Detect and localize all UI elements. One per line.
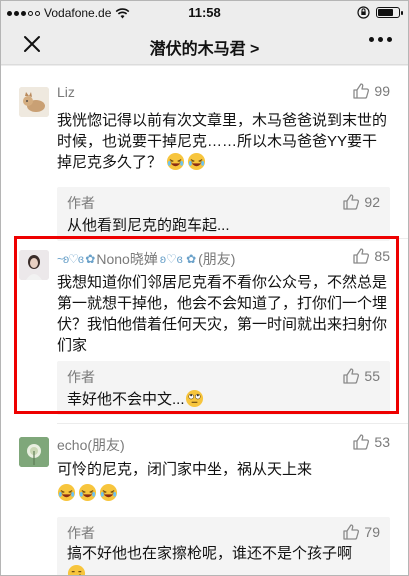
like-count: 92 — [364, 194, 380, 210]
laughing-emoji-icon — [99, 483, 118, 502]
reply-author-label: 作者 — [67, 195, 95, 211]
like-count: 79 — [364, 524, 380, 540]
status-bar: Vodafone.de 11:58 — [1, 1, 408, 25]
author-reply: 作者 92 从他看到尼克的跑车起... — [57, 187, 390, 241]
divider — [57, 423, 408, 424]
laughing-emoji-icon — [188, 152, 206, 171]
screenshot-frame: Vodafone.de 11:58 潜伏的木马君 > Liz 99 我恍惚记得以… — [0, 0, 409, 576]
like-count: 53 — [374, 434, 390, 450]
account-title[interactable]: 潜伏的木马君 > — [1, 35, 408, 59]
laughing-emoji-group — [57, 483, 390, 504]
more-options-icon[interactable] — [369, 37, 392, 42]
commenter-name: Liz — [57, 84, 75, 100]
smirk-emoji-icon — [67, 564, 86, 575]
reply-author-label: 作者 — [67, 525, 95, 541]
like-button[interactable]: 53 — [352, 433, 390, 451]
laughing-emoji-icon — [167, 152, 185, 171]
highlight-box — [14, 236, 399, 414]
avatar[interactable] — [19, 87, 49, 117]
reply-text: 搞不好他也在家擦枪呢，谁还不是个孩子啊 — [67, 543, 382, 575]
laughing-emoji-icon — [78, 483, 97, 502]
status-right — [357, 6, 403, 19]
comments-list: Liz 99 我恍惚记得以前有次文章里，木马爸爸说到末世的时候，也说要干掉尼克…… — [1, 66, 408, 575]
clock: 11:58 — [188, 5, 221, 20]
comment-text: 可怜的尼克，闭门家中坐，祸从天上来 — [57, 459, 390, 504]
thumbs-up-icon — [343, 194, 360, 210]
comment-text: 我恍惚记得以前有次文章里，木马爸爸说到末世的时候，也说要干掉尼克……所以木马爸爸… — [57, 112, 388, 171]
like-button[interactable]: 92 — [342, 193, 380, 211]
nav-bar: 潜伏的木马君 > — [1, 25, 408, 65]
like-count: 99 — [374, 83, 390, 99]
thumbs-up-icon — [353, 434, 370, 450]
laughing-emoji-group — [166, 152, 208, 171]
thumbs-up-icon — [343, 524, 360, 540]
battery-icon — [376, 7, 403, 18]
avatar[interactable] — [19, 437, 49, 467]
laughing-emoji-icon — [57, 483, 76, 502]
orientation-lock-icon — [357, 6, 370, 19]
thumbs-up-icon — [353, 83, 370, 99]
author-reply: 作者 79 搞不好他也在家擦枪呢，谁还不是个孩子啊 — [57, 517, 390, 575]
reply-text: 从他看到尼克的跑车起... — [67, 217, 230, 234]
like-button[interactable]: 99 — [352, 82, 390, 100]
like-button[interactable]: 79 — [342, 523, 380, 541]
commenter-name: echo(朋友) — [57, 437, 125, 453]
